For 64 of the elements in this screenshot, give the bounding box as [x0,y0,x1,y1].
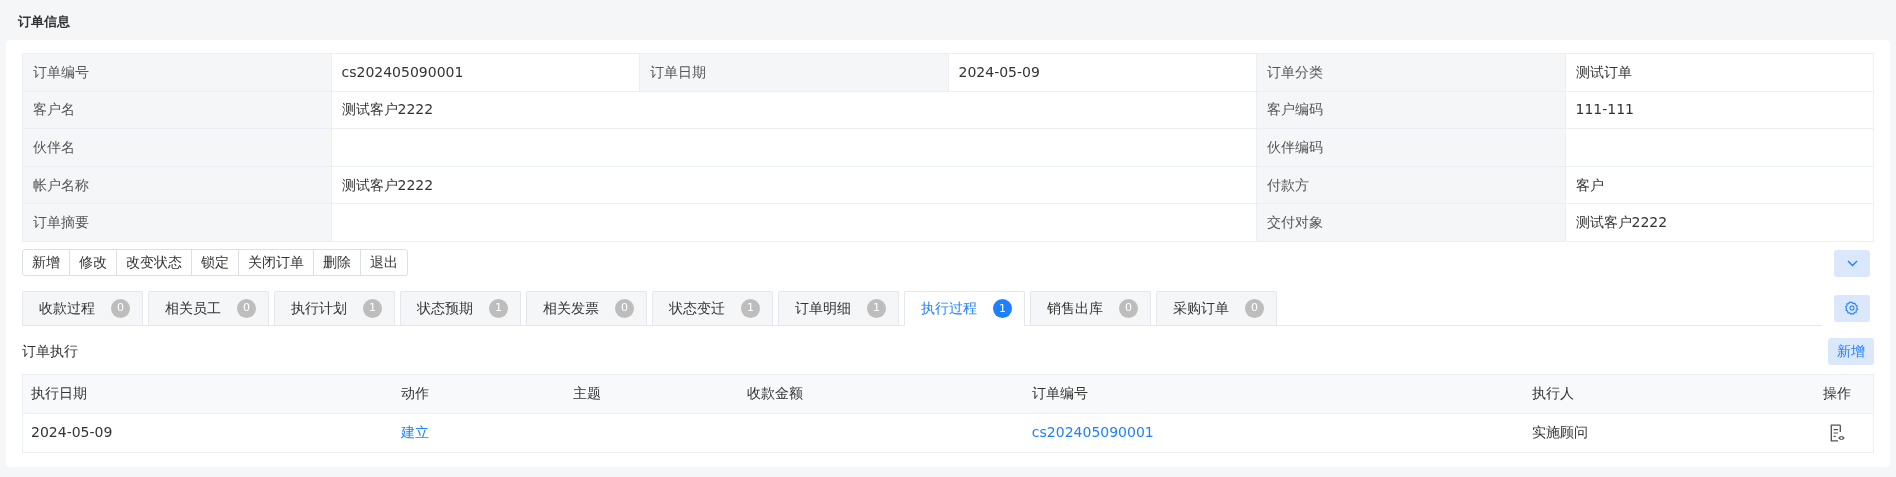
settings-icon [1845,301,1859,316]
field-value: 2024-05-09 [948,54,1257,92]
column-header: 操作 [1823,385,1852,402]
document-view-icon[interactable] [1828,424,1846,443]
field-label: 订单编号 [23,54,332,92]
column-header: 执行日期 [31,385,87,402]
table-link[interactable]: 建立 [400,424,429,441]
tab[interactable]: 订单明细 1 [778,290,899,325]
settings-button[interactable] [1834,294,1870,322]
column-header: 收款金额 [746,385,803,402]
tab[interactable]: 相关员工 0 [148,290,269,325]
panel-title: 订单执行 [22,341,78,361]
field-value: 测试客户2222 [1565,204,1874,242]
toolbar-button[interactable]: 退出 [360,249,408,277]
table-cell: 2024-05-09 [31,424,113,441]
column-header: 主题 [572,385,601,402]
count-badge: 1 [867,298,886,318]
field-label: 交付对象 [1257,204,1566,242]
tab[interactable]: 状态变迁 1 [652,290,773,325]
field-value: 测试订单 [1565,54,1874,92]
tab[interactable]: 执行计划 1 [274,290,395,325]
count-badge: 0 [237,298,256,318]
field-value: 客户 [1565,166,1874,205]
tab[interactable]: 收款过程 0 [22,290,143,325]
count-badge: 0 [1245,298,1264,318]
field-label: 订单分类 [1257,54,1566,92]
field-label: 付款方 [1257,166,1566,205]
field-label: 客户名 [23,91,332,130]
toolbar-button[interactable]: 删除 [313,249,361,277]
toolbar-button[interactable]: 修改 [69,249,117,277]
field-value: 测试客户2222 [331,91,1257,130]
field-label: 伙伴编码 [1257,129,1566,167]
column-header: 订单编号 [1031,385,1088,402]
tab[interactable]: 状态预期 1 [400,290,521,325]
field-value: 111-111 [1565,91,1874,130]
field-label: 帐户名称 [23,166,332,205]
tab[interactable]: 采购订单 0 [1156,290,1277,325]
table-cell: 实施顾问 [1531,424,1588,441]
count-badge: 1 [741,298,760,318]
count-badge: 1 [489,298,508,318]
column-header: 执行人 [1531,385,1574,402]
field-label: 客户编码 [1257,91,1566,130]
field-label: 伙伴名 [23,129,332,167]
count-badge: 1 [993,299,1012,319]
tab[interactable]: 相关发票 0 [526,290,647,325]
count-badge: 1 [363,298,382,318]
toolbar-button[interactable]: 锁定 [191,249,239,277]
table-link[interactable]: cs202405090001 [1031,424,1154,441]
count-badge: 0 [111,298,130,318]
count-badge: 0 [615,298,634,318]
count-badge: 0 [1119,298,1138,318]
tab[interactable]: 执行过程 1 [904,290,1025,326]
field-value: cs202405090001 [331,54,640,92]
field-label: 订单日期 [640,54,949,92]
toolbar-button[interactable]: 新增 [22,249,70,277]
column-header: 动作 [400,385,429,402]
toolbar-button[interactable]: 关闭订单 [238,249,314,277]
field-value: 测试客户2222 [331,166,1257,205]
chevron-down-icon [1846,259,1858,267]
toolbar-button[interactable]: 改变状态 [116,249,192,277]
tab[interactable]: 销售出库 0 [1030,290,1151,325]
field-label: 订单摘要 [23,204,332,242]
section-title: 订单信息 [18,14,70,29]
expand-button[interactable] [1834,249,1870,277]
